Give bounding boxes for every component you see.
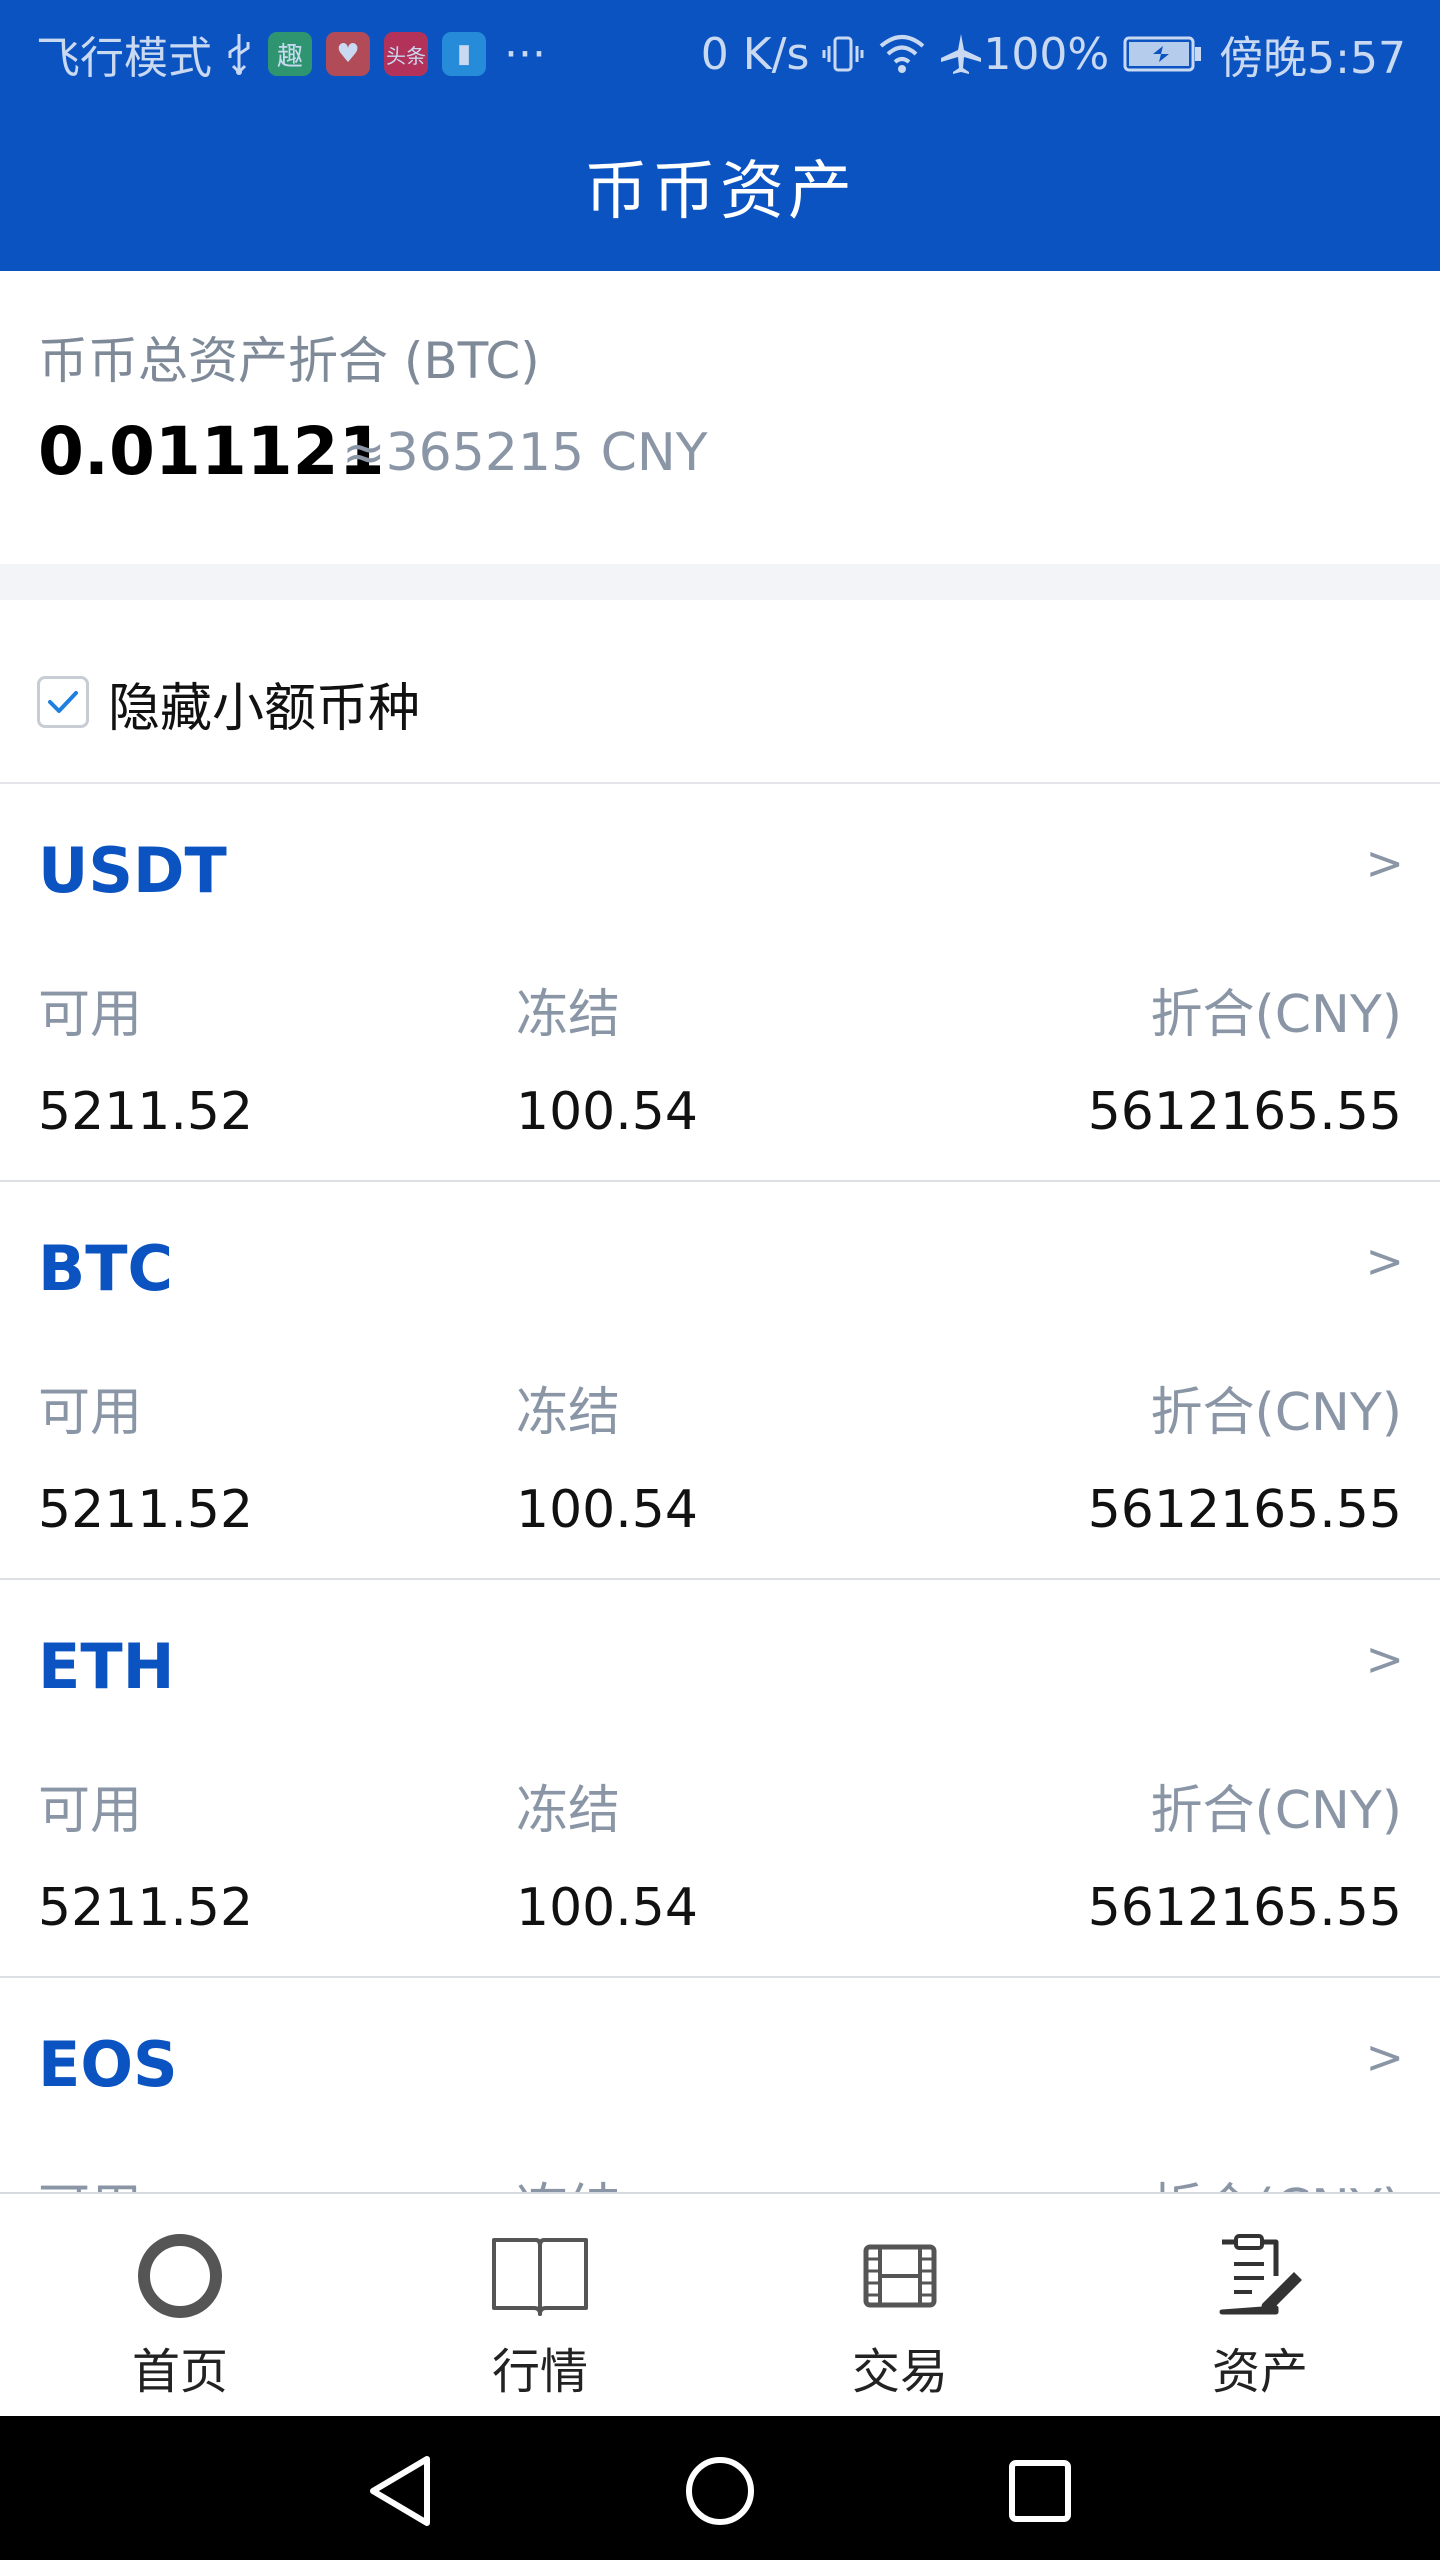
reader-app-icon: ▮ xyxy=(442,32,486,76)
section-divider xyxy=(0,564,1440,600)
total-cny-value: ≈365215 CNY xyxy=(342,423,708,483)
converted-value: 5612165.55 xyxy=(1087,1480,1402,1540)
frozen-label: 冻结 xyxy=(516,1383,621,1443)
system-navigation-bar xyxy=(0,2416,1440,2560)
status-bar: 飞行模式 趣 ♥ 头条 ▮ ··· 0 K/s 100% 傍晚5:57 xyxy=(0,0,1440,100)
home-icon[interactable] xyxy=(675,2446,765,2536)
wifi-icon xyxy=(877,32,927,76)
hide-small-label[interactable]: 隐藏小额币种 xyxy=(108,666,420,741)
available-label: 可用 xyxy=(38,1383,143,1443)
coin-name: EOS xyxy=(38,2028,178,2101)
available-value: 5211.52 xyxy=(38,1480,254,1540)
qu-app-icon: 趣 xyxy=(268,32,312,76)
available-label: 可用 xyxy=(38,985,143,1045)
frozen-label: 冻结 xyxy=(516,1781,621,1841)
coin-item-eos[interactable]: EOS > 可用 冻结 折合(CNY) xyxy=(0,1978,1440,2192)
hide-small-checkbox[interactable] xyxy=(37,676,89,728)
chevron-right-icon[interactable]: > xyxy=(1365,2030,1404,2084)
converted-label: 折合(CNY) xyxy=(1150,985,1402,1045)
bottom-tab-bar: 首页 行情 交易 资产 xyxy=(0,2192,1440,2416)
coin-name: ETH xyxy=(38,1630,175,1703)
available-label: 可用 xyxy=(38,2166,142,2192)
converted-label: 折合(CNY) xyxy=(1150,1781,1402,1841)
battery-icon xyxy=(1123,34,1203,74)
carrier-text: 飞行模式 xyxy=(36,33,212,84)
home-circle-icon xyxy=(0,2226,360,2326)
coin-name: BTC xyxy=(38,1232,174,1305)
airplane-mode-icon xyxy=(939,32,983,76)
available-label: 可用 xyxy=(38,1781,143,1841)
chevron-right-icon[interactable]: > xyxy=(1365,836,1404,890)
film-icon xyxy=(720,2226,1080,2326)
book-icon xyxy=(360,2226,720,2326)
converted-label: 折合(CNY) xyxy=(1150,2166,1402,2192)
back-icon[interactable] xyxy=(355,2446,445,2536)
chevron-right-icon[interactable]: > xyxy=(1365,1234,1404,1288)
frozen-value: 100.54 xyxy=(516,1082,698,1142)
tab-label: 行情 xyxy=(491,2344,588,2400)
frozen-label: 冻结 xyxy=(516,985,621,1045)
network-speed: 0 K/s xyxy=(700,28,810,80)
health-app-icon: ♥ xyxy=(326,32,370,76)
converted-label: 折合(CNY) xyxy=(1150,1383,1402,1443)
frozen-label: 冻结 xyxy=(516,2166,620,2192)
total-btc-value: 0.011121 xyxy=(38,413,385,490)
tab-market[interactable]: 行情 xyxy=(360,2194,720,2416)
vibrate-icon xyxy=(821,32,865,76)
tab-label: 首页 xyxy=(131,2344,228,2400)
converted-value: 5612165.55 xyxy=(1087,1878,1402,1938)
checkmark-icon xyxy=(48,691,78,713)
converted-value: 5612165.55 xyxy=(1087,1082,1402,1142)
available-value: 5211.52 xyxy=(38,1878,254,1938)
tab-assets[interactable]: 资产 xyxy=(1080,2194,1440,2416)
recents-icon[interactable] xyxy=(995,2446,1085,2536)
total-assets-label: 币币总资产折合 (BTC) xyxy=(38,332,540,390)
toutiao-app-icon: 头条 xyxy=(384,32,428,76)
asset-summary: 币币总资产折合 (BTC) 0.011121 ≈365215 CNY xyxy=(0,271,1440,564)
tab-label: 交易 xyxy=(851,2344,948,2400)
coin-list[interactable]: USDT > 可用 冻结 折合(CNY) 5211.52 100.54 5612… xyxy=(0,784,1440,2192)
available-value: 5211.52 xyxy=(38,1082,254,1142)
battery-percent: 100% xyxy=(983,28,1110,80)
clipboard-edit-icon xyxy=(1080,2226,1440,2326)
coin-item-btc[interactable]: BTC > 可用 冻结 折合(CNY) 5211.52 100.54 56121… xyxy=(0,1182,1440,1580)
page-title: 币币资产 xyxy=(584,155,856,229)
usb-icon xyxy=(224,32,254,76)
hide-small-row[interactable]: 隐藏小额币种 xyxy=(0,600,1440,784)
coin-item-usdt[interactable]: USDT > 可用 冻结 折合(CNY) 5211.52 100.54 5612… xyxy=(0,784,1440,1182)
frozen-value: 100.54 xyxy=(516,1480,698,1540)
chevron-right-icon[interactable]: > xyxy=(1365,1632,1404,1686)
tab-trade[interactable]: 交易 xyxy=(720,2194,1080,2416)
tab-label: 资产 xyxy=(1211,2344,1308,2400)
frozen-value: 100.54 xyxy=(516,1878,698,1938)
more-notifications-icon: ··· xyxy=(504,28,546,80)
coin-name: USDT xyxy=(38,834,227,907)
tab-home[interactable]: 首页 xyxy=(0,2194,360,2416)
top-app-bar: 飞行模式 趣 ♥ 头条 ▮ ··· 0 K/s 100% 傍晚5:57 币币资产 xyxy=(0,0,1440,271)
coin-item-eth[interactable]: ETH > 可用 冻结 折合(CNY) 5211.52 100.54 56121… xyxy=(0,1580,1440,1978)
clock-time: 傍晚5:57 xyxy=(1219,33,1406,84)
